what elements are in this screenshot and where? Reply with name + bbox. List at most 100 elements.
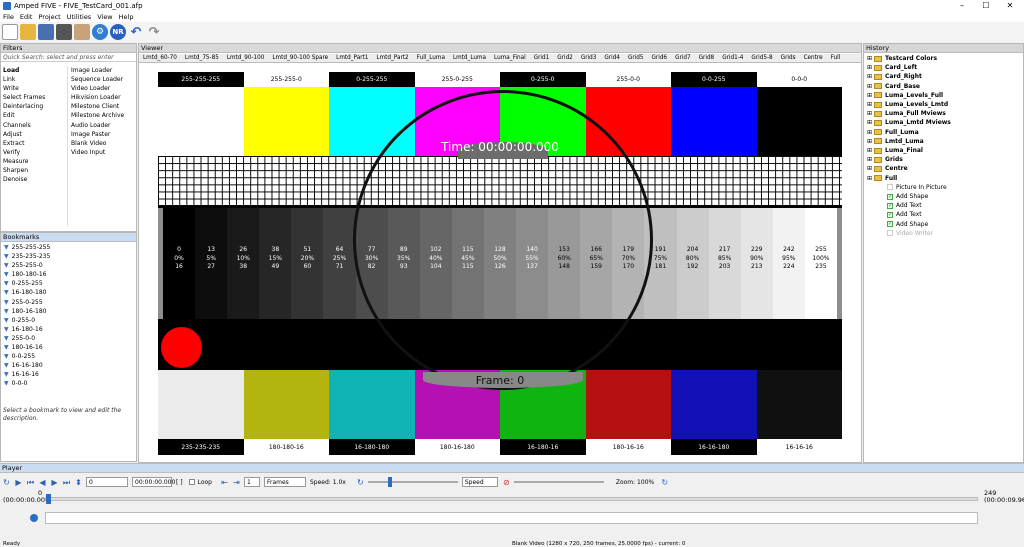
- expand-icon[interactable]: ⊞: [867, 72, 872, 81]
- frame-input[interactable]: 0: [86, 477, 128, 487]
- history-item[interactable]: ⊞ Testcard Colors: [867, 54, 1023, 63]
- bookmark-item[interactable]: ▼ 255-0-0: [1, 334, 136, 343]
- redo-icon[interactable]: ↷: [146, 24, 162, 40]
- viewer-tab[interactable]: Lmtd_90-100 Spare: [268, 54, 332, 62]
- viewer-tab[interactable]: Grid2: [553, 54, 577, 62]
- new-file-icon[interactable]: [2, 24, 18, 40]
- bookmark-item[interactable]: ▼ 0-0-255: [1, 352, 136, 361]
- filter-search-input[interactable]: Quick Search: select and press enter: [1, 53, 136, 62]
- history-item[interactable]: ⊞ Luma_Levels_Full: [867, 91, 1023, 100]
- check-icon[interactable]: ✓: [887, 202, 893, 209]
- filter-item[interactable]: Blank Video: [71, 139, 124, 148]
- history-item[interactable]: ⊞ Full: [867, 174, 1023, 183]
- filter-item[interactable]: Image Loader: [71, 66, 124, 75]
- viewer-tab[interactable]: Grids: [777, 54, 800, 62]
- filter-category[interactable]: Select Frames: [3, 93, 45, 102]
- unit-select[interactable]: Frames: [263, 477, 306, 487]
- expand-icon[interactable]: ⊞: [867, 100, 872, 109]
- bookmark-item[interactable]: ▼ 180-16-16: [1, 343, 136, 352]
- menu-help[interactable]: Help: [116, 13, 137, 21]
- reset-zoom-icon[interactable]: ↻: [660, 478, 669, 487]
- expand-icon[interactable]: ⊞: [867, 118, 872, 127]
- history-item[interactable]: ⊞ Card_Left: [867, 63, 1023, 72]
- first-frame-icon[interactable]: ⏮: [26, 478, 35, 487]
- bookmark-item[interactable]: ▼ 0-0-0: [1, 379, 136, 388]
- viewer-tab[interactable]: Grid8: [695, 54, 719, 62]
- viewer-tab[interactable]: Lmtd_75-85: [181, 54, 223, 62]
- viewer-tab[interactable]: Grid4: [600, 54, 624, 62]
- speed-slider[interactable]: [367, 477, 458, 487]
- expand-icon[interactable]: ⊞: [867, 146, 872, 155]
- save-icon[interactable]: [38, 24, 54, 40]
- viewer-tab[interactable]: Grid7: [671, 54, 695, 62]
- bookmark-item[interactable]: ▼ 255-255-255: [1, 243, 136, 252]
- expand-icon[interactable]: ⊞: [867, 137, 872, 146]
- menu-view[interactable]: View: [94, 13, 115, 21]
- step-input[interactable]: 1: [243, 477, 260, 487]
- expand-icon[interactable]: ⊞: [867, 91, 872, 100]
- viewer-tab[interactable]: Full_Luma: [413, 54, 449, 62]
- film-icon[interactable]: [56, 24, 72, 40]
- marker-icon[interactable]: [30, 514, 38, 522]
- maximize-button[interactable]: ☐: [974, 0, 998, 12]
- viewer-tab[interactable]: Lmtd_90-100: [223, 54, 269, 62]
- test-card-image[interactable]: 255-255-255 255-255-0 0-255-255 255-0-255 0-…: [158, 72, 842, 455]
- filter-category[interactable]: Verify: [3, 148, 45, 157]
- viewer-tab[interactable]: Lmtd_60-70: [139, 54, 181, 62]
- history-item[interactable]: ⊞ Card_Right: [867, 72, 1023, 81]
- check-icon[interactable]: ✓: [887, 221, 893, 228]
- filter-category[interactable]: Write: [3, 84, 45, 93]
- filter-item[interactable]: Image Paster: [71, 130, 124, 139]
- viewer-tab[interactable]: Full: [827, 54, 845, 62]
- viewer-tab[interactable]: Lmtd_Luma: [449, 54, 490, 62]
- menu-utilities[interactable]: Utilities: [64, 13, 94, 21]
- last-frame-icon[interactable]: ⏭: [62, 478, 71, 487]
- refresh-icon[interactable]: ↻: [2, 478, 11, 487]
- bookmark-item[interactable]: ▼ 255-255-0: [1, 261, 136, 270]
- speed-lock-icon[interactable]: ⊘: [502, 478, 511, 487]
- filter-item[interactable]: Video Loader: [71, 84, 124, 93]
- hand-icon[interactable]: [74, 24, 90, 40]
- expand-icon[interactable]: ⊞: [867, 164, 872, 173]
- filter-category[interactable]: Link: [3, 75, 45, 84]
- step-forward-icon[interactable]: ⇥: [232, 478, 241, 487]
- viewer-tab[interactable]: Lmtd_Part2: [372, 54, 412, 62]
- history-item[interactable]: ✓ Add Text: [867, 210, 1023, 219]
- history-item[interactable]: ⊞ Luma_Lmtd Mviews: [867, 118, 1023, 127]
- viewer-tab[interactable]: Centre: [800, 54, 827, 62]
- reset-speed-icon[interactable]: ↻: [356, 478, 365, 487]
- filter-category[interactable]: Deinterlacing: [3, 102, 45, 111]
- expand-icon[interactable]: ⊞: [867, 128, 872, 137]
- viewer-tab[interactable]: Grid1: [530, 54, 554, 62]
- expand-icon[interactable]: ⊞: [867, 109, 872, 118]
- step-back-icon[interactable]: ⇤: [220, 478, 229, 487]
- history-item[interactable]: ⊞ Grids: [867, 155, 1023, 164]
- viewer-tab[interactable]: Grid5: [624, 54, 648, 62]
- frame-marker-icon[interactable]: ⬍: [74, 478, 83, 487]
- bookmark-item[interactable]: ▼ 16-16-180: [1, 361, 136, 370]
- bookmark-item[interactable]: ▼ 16-16-16: [1, 370, 136, 379]
- filter-category[interactable]: Sharpen: [3, 166, 45, 175]
- history-item[interactable]: ⊞ Lmtd_Luma: [867, 137, 1023, 146]
- bookmark-item[interactable]: ▼ 0-255-255: [1, 279, 136, 288]
- viewer-tab[interactable]: Luma_Final: [490, 54, 530, 62]
- history-item[interactable]: ✓ Add Shape: [867, 220, 1023, 229]
- filter-category[interactable]: Measure: [3, 157, 45, 166]
- history-item[interactable]: ⊞ Full_Luma: [867, 128, 1023, 137]
- menu-project[interactable]: Project: [35, 13, 63, 21]
- bookmark-item[interactable]: ▼ 180-16-180: [1, 307, 136, 316]
- play-icon[interactable]: ▶: [14, 478, 23, 487]
- expand-icon[interactable]: ⊞: [867, 54, 872, 63]
- history-item[interactable]: Picture In Picture: [867, 183, 1023, 192]
- minimize-button[interactable]: –: [950, 0, 974, 12]
- zoom-slider[interactable]: [513, 481, 604, 483]
- history-item[interactable]: ✓ Add Shape: [867, 192, 1023, 201]
- history-item[interactable]: ⊞ Centre: [867, 164, 1023, 173]
- filter-item[interactable]: Sequence Loader: [71, 75, 124, 84]
- filter-item[interactable]: Audio Loader: [71, 121, 124, 130]
- filter-category[interactable]: Edit: [3, 111, 45, 120]
- timeline-thumb[interactable]: [46, 494, 51, 504]
- history-item[interactable]: ⊞ Luma_Levels_Lmtd: [867, 100, 1023, 109]
- bookmark-item[interactable]: ▼ 16-180-16: [1, 325, 136, 334]
- bookmark-item[interactable]: ▼ 180-180-16: [1, 270, 136, 279]
